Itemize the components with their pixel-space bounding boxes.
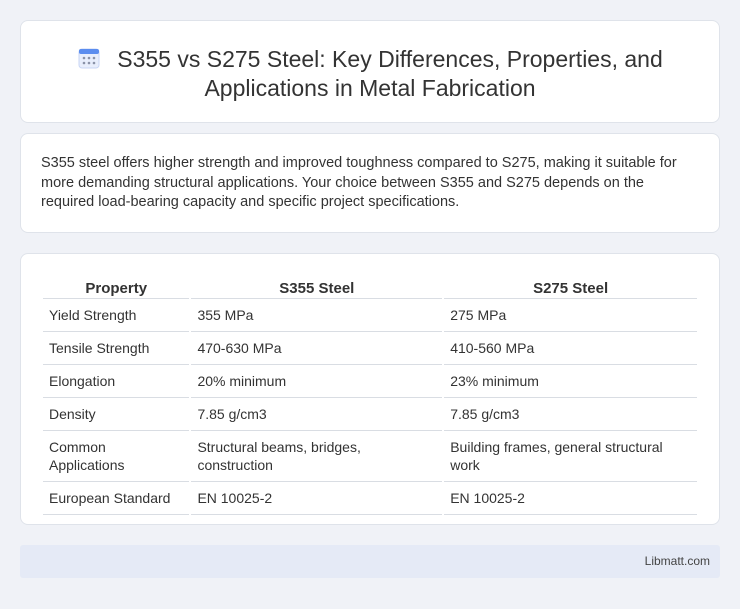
calendar-icon <box>78 48 100 69</box>
table-row: Common Applications Structural beams, br… <box>43 431 697 482</box>
cell-s355: 355 MPa <box>191 299 443 332</box>
header-s355: S355 Steel <box>191 274 443 299</box>
cell-s355: EN 10025-2 <box>191 482 443 515</box>
cell-s275: 23% minimum <box>444 365 697 398</box>
cell-property: Tensile Strength <box>43 332 190 365</box>
cell-s275: 7.85 g/cm3 <box>444 398 697 431</box>
site-link[interactable]: Libmatt.com <box>645 554 710 568</box>
table-header-row: Property S355 Steel S275 Steel <box>43 274 697 299</box>
cell-s275: Building frames, general structural work <box>444 431 697 482</box>
cell-s355: 470-630 MPa <box>191 332 443 365</box>
header-s275: S275 Steel <box>444 274 697 299</box>
cell-property: Density <box>43 398 190 431</box>
cell-s355: 7.85 g/cm3 <box>191 398 443 431</box>
table-row: European Standard EN 10025-2 EN 10025-2 <box>43 482 697 515</box>
cell-property: Yield Strength <box>43 299 190 332</box>
title-line-2: Applications in Metal Fabrication <box>204 75 536 101</box>
comparison-table: Property S355 Steel S275 Steel Yield Str… <box>41 274 699 515</box>
table-row: Yield Strength 355 MPa 275 MPa <box>43 299 697 332</box>
cell-s275: 275 MPa <box>444 299 697 332</box>
header-property: Property <box>43 274 190 299</box>
cell-s355: 20% minimum <box>191 365 443 398</box>
cell-property: Elongation <box>43 365 190 398</box>
table-row: Tensile Strength 470-630 MPa 410-560 MPa <box>43 332 697 365</box>
table-row: Elongation 20% minimum 23% minimum <box>43 365 697 398</box>
cell-property: European Standard <box>43 482 190 515</box>
cell-s275: EN 10025-2 <box>444 482 697 515</box>
table-row: Density 7.85 g/cm3 7.85 g/cm3 <box>43 398 697 431</box>
cell-s275: 410-560 MPa <box>444 332 697 365</box>
title-line-1: S355 vs S275 Steel: Key Differences, Pro… <box>117 46 663 72</box>
page-title: S355 vs S275 Steel: Key Differences, Pro… <box>21 45 719 103</box>
title-card: S355 vs S275 Steel: Key Differences, Pro… <box>20 20 720 123</box>
cell-s355: Structural beams, bridges, construction <box>191 431 443 482</box>
table-card: Property S355 Steel S275 Steel Yield Str… <box>20 253 720 525</box>
intro-card: S355 steel offers higher strength and im… <box>20 133 720 233</box>
footer-bar: Libmatt.com <box>20 545 720 578</box>
intro-text: S355 steel offers higher strength and im… <box>41 155 677 210</box>
cell-property: Common Applications <box>43 431 190 482</box>
